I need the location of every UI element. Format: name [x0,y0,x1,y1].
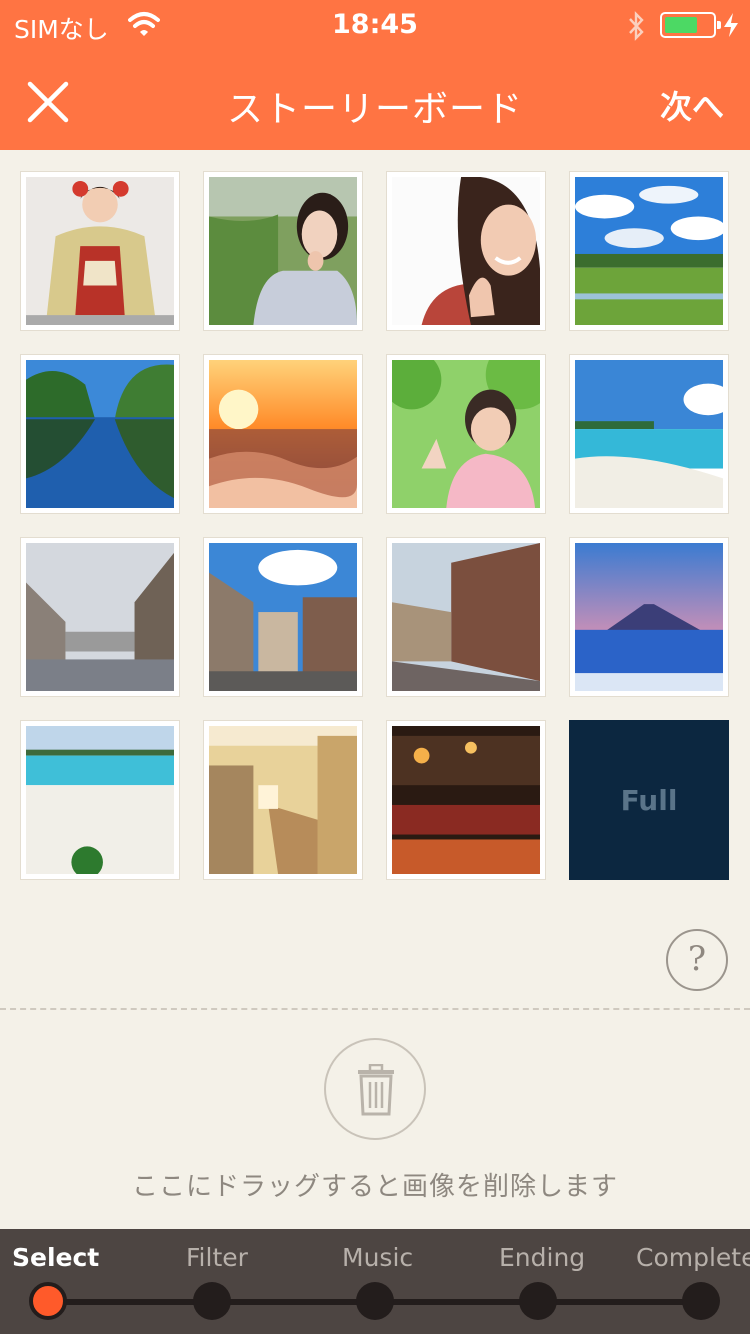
photo-tile-tropical-beach[interactable] [569,354,733,514]
bluetooth-icon [629,11,644,41]
photo-tile-cafe-counter[interactable] [203,720,363,880]
step-dot-select[interactable] [29,1282,67,1320]
trash-hint-label: ここにドラッグすると画像を削除します [131,1172,618,1202]
photo-green-field-sky [575,177,726,325]
photo-kimono-woman [26,177,174,325]
photo-old-town-buildings [209,543,357,691]
step-dot-music[interactable] [356,1282,394,1320]
photo-tile-old-town-buildings[interactable] [203,537,363,697]
charging-icon [724,13,738,37]
photo-tile-green-field-sky[interactable] [569,171,729,331]
photo-smiling-woman [392,176,541,325]
photo-european-street [26,543,174,691]
step-label-filter[interactable]: Filter [186,1243,248,1272]
photo-tile-ocean-sunset[interactable] [203,354,363,514]
photo-restaurant-interior [392,726,540,874]
photo-tile-smiling-woman[interactable] [386,171,546,331]
photo-tile-lake-reflection[interactable] [20,354,180,514]
photo-mount-fuji-sea [575,543,723,691]
photo-tile-mount-fuji-sea[interactable] [569,537,729,697]
step-label-complete[interactable]: Complete [636,1243,750,1272]
photo-brick-street [392,543,540,691]
status-bar: SIMなし 18:45 [0,0,750,52]
step-label-select[interactable]: Select [12,1243,99,1272]
photo-tile-woman-under-tree[interactable] [382,340,555,514]
next-button[interactable]: 次へ [660,82,724,128]
step-label-music[interactable]: Music [342,1243,413,1272]
nav-bar: ストーリーボード 次へ [0,52,750,150]
step-progress-bar: Select Filter Music Ending Complete [0,1229,750,1334]
help-button[interactable]: ? [666,929,728,991]
battery-level [665,17,697,33]
photo-tile-kimono-woman[interactable] [20,171,180,331]
full-label: Full [620,783,678,817]
photo-tile-restaurant-interior[interactable] [386,720,546,880]
photo-cafe-counter [209,726,357,874]
page-title: ストーリーボード [226,89,523,130]
photo-woman-under-tree [382,340,555,508]
step-dot-filter[interactable] [193,1282,231,1320]
photo-tile-european-street[interactable] [20,537,180,697]
photo-tropical-beach [575,360,733,508]
photo-beach-watermelon [26,726,174,878]
step-label-ending[interactable]: Ending [499,1243,585,1272]
drop-zone-divider [0,1008,750,1010]
battery-icon [660,12,721,38]
step-dot-ending[interactable] [519,1282,557,1320]
full-indicator-tile: Full [569,720,729,880]
photo-lake-reflection [26,360,174,508]
app-header: SIMなし 18:45 ストーリーボード 次へ [0,0,750,150]
photo-ocean-sunset [209,360,357,508]
photo-tile-woman-outdoors[interactable] [203,171,363,331]
battery-tip [717,21,721,29]
storyboard-grid: Full [20,171,733,883]
trash-drop-zone[interactable] [324,1038,426,1140]
photo-woman-outdoors [209,177,357,325]
trash-icon [358,1064,394,1116]
photo-tile-beach-watermelon[interactable] [20,720,180,880]
step-dot-complete[interactable] [682,1282,720,1320]
photo-tile-brick-street[interactable] [386,537,546,697]
